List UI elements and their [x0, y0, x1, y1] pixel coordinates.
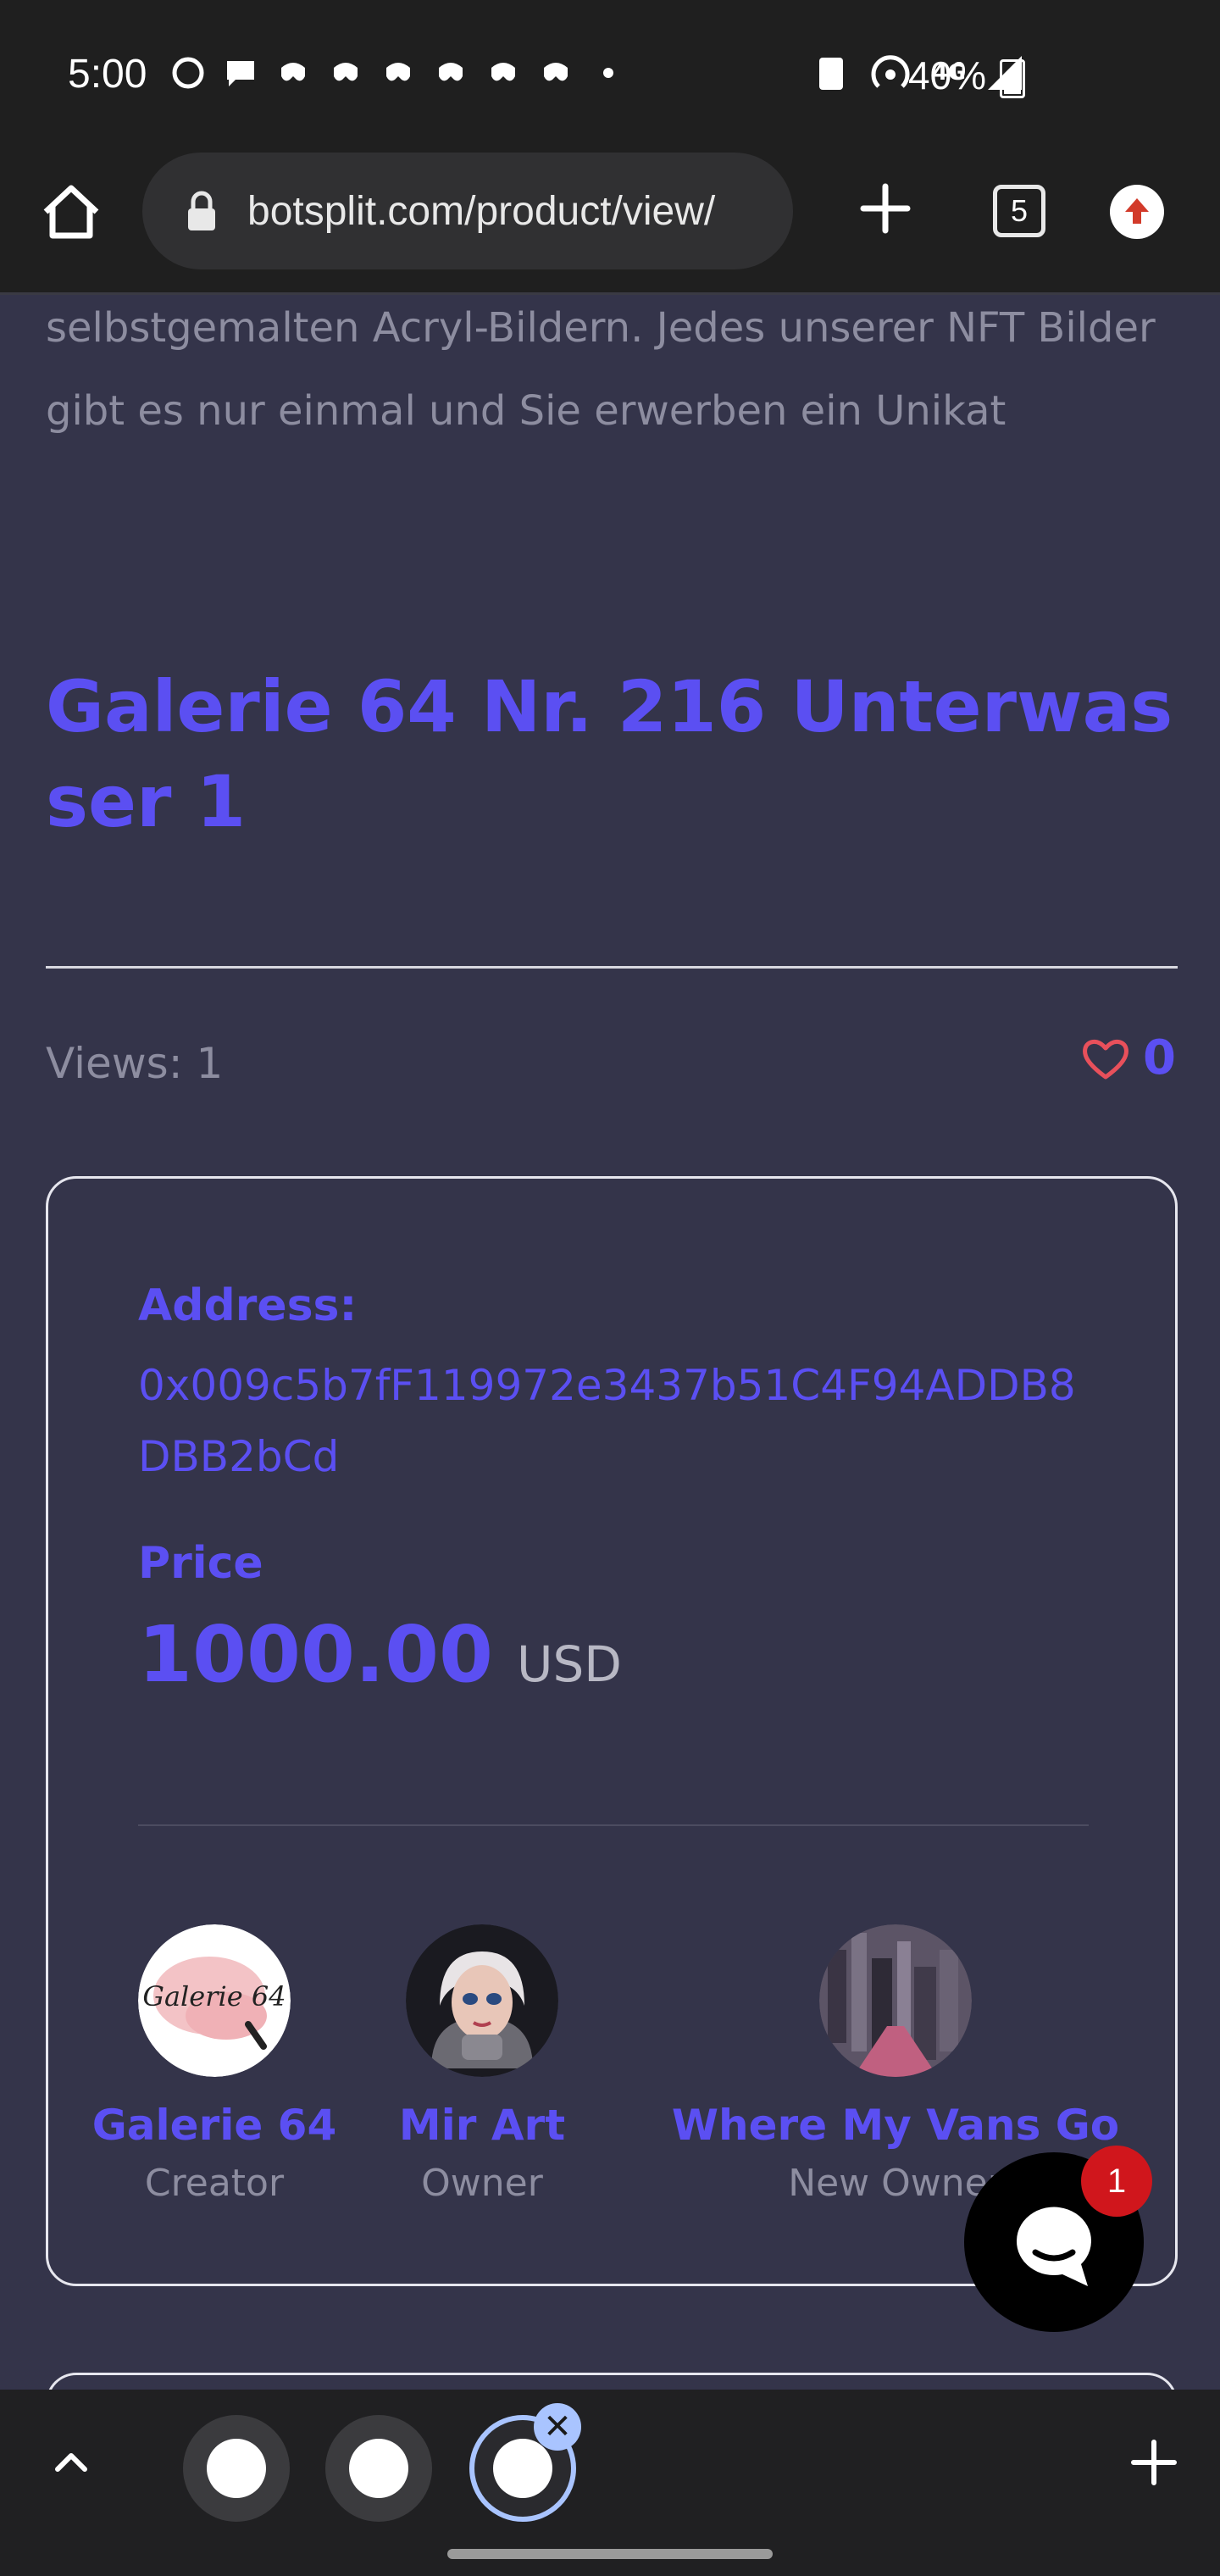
avatar[interactable] — [406, 1924, 558, 2077]
site-favicon — [207, 2439, 266, 2498]
address-bar[interactable]: botsplit.com/product/view/ — [142, 153, 793, 269]
tab-switcher-button[interactable]: 5 — [993, 185, 1045, 237]
product-description: selbstgemalten Acryl-Bildern. Jedes unse… — [46, 304, 1156, 435]
new-tab-icon[interactable] — [851, 175, 919, 242]
game-icon — [281, 63, 305, 81]
product-info-card: Address: 0x009c5b7fF119972e3437b51C4F94A… — [46, 1176, 1178, 2286]
card-divider — [138, 1824, 1089, 1826]
address-label: Address: — [138, 1280, 358, 1331]
product-title: Galerie 64 Nr. 216 Unterwas ser 1 — [46, 665, 1173, 843]
battery-icon — [1000, 59, 1025, 98]
city-avatar — [819, 1924, 972, 2077]
views-count: Views: 1 — [46, 1039, 224, 1088]
title-divider — [46, 966, 1178, 969]
tab-thumbnail[interactable] — [325, 2415, 432, 2522]
price-currency: USD — [517, 1635, 622, 1693]
avatar[interactable] — [819, 1924, 972, 2077]
wallet-address: 0x009c5b7fF119972e3437b51C4F94ADDB8DBB2b… — [138, 1361, 1076, 1481]
add-tab-icon[interactable] — [1125, 2434, 1183, 2491]
notification-icons — [169, 56, 627, 90]
price-label: Price — [138, 1538, 263, 1589]
new-owner-name[interactable]: Where My Vans Go — [672, 2101, 1119, 2150]
likes-count: 0 — [1143, 1030, 1176, 1085]
creator-profile[interactable]: Galerie 64 Galerie 64 Creator — [92, 1924, 336, 2205]
lock-icon — [188, 191, 215, 230]
chevron-up-icon[interactable] — [46, 2437, 97, 2488]
svg-text:Galerie 64: Galerie 64 — [142, 1980, 286, 2012]
game-icon — [491, 63, 515, 81]
battery-percent: 40% — [908, 53, 987, 97]
galerie-64-logo: Galerie 64 — [138, 1924, 291, 2077]
more-dot-icon — [603, 68, 613, 78]
avatar[interactable]: Galerie 64 — [138, 1924, 291, 2077]
mir-art-avatar — [406, 1924, 558, 2077]
browser-toolbar: botsplit.com/product/view/ 5 — [0, 153, 1220, 292]
status-bar: 5:00 4G 40% — [0, 0, 1220, 153]
message-icon — [227, 61, 254, 86]
bottom-tab-bar: ✕ — [0, 2390, 1220, 2535]
price-value: 1000.00 — [138, 1609, 494, 1700]
site-favicon — [493, 2439, 552, 2498]
game-icon — [386, 63, 410, 81]
update-arrow-icon — [1125, 198, 1149, 224]
gesture-nav-area — [0, 2535, 1220, 2576]
heart-icon — [1083, 1039, 1128, 1079]
price-row: 1000.00 USD — [138, 1609, 622, 1700]
hotspot-icon — [871, 55, 910, 88]
update-button[interactable] — [1110, 185, 1164, 239]
owner-role: Owner — [421, 2162, 543, 2205]
site-favicon — [349, 2439, 408, 2498]
tab-thumbnail[interactable] — [183, 2415, 290, 2522]
owner-name[interactable]: Mir Art — [399, 2101, 565, 2150]
status-time: 5:00 — [68, 52, 147, 97]
game-icon — [334, 63, 358, 81]
creator-role: Creator — [144, 2162, 285, 2205]
game-icon — [544, 63, 568, 81]
home-icon[interactable] — [37, 178, 105, 246]
battery-saver-icon — [818, 58, 843, 90]
like-button[interactable]: 0 — [1080, 1030, 1176, 1085]
url-text: botsplit.com/product/view/ — [247, 188, 716, 234]
snapchat-icon — [172, 57, 204, 89]
home-indicator[interactable] — [447, 2549, 773, 2559]
creator-name[interactable]: Galerie 64 — [92, 2101, 337, 2150]
game-icon — [439, 63, 463, 81]
owner-profile[interactable]: Mir Art Owner — [397, 1924, 567, 2205]
close-tab-icon[interactable]: ✕ — [534, 2403, 581, 2451]
chat-unread-badge: 1 — [1081, 2146, 1152, 2217]
